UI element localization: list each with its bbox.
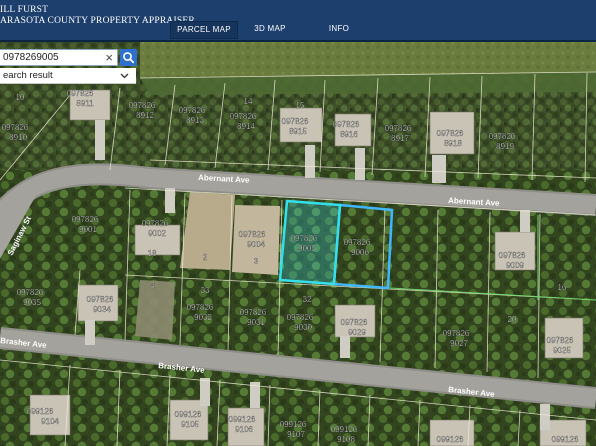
svg-text:9032: 9032: [194, 313, 212, 322]
svg-text:097826: 097826: [239, 230, 266, 239]
lot-number: 32: [303, 295, 312, 304]
svg-text:097826: 097826: [437, 129, 464, 138]
lot-number: 10: [16, 93, 25, 102]
svg-text:9006: 9006: [351, 248, 369, 257]
parcel-map[interactable]: Abernant Ave Abernant Ave Brasher Ave Br…: [0, 0, 596, 446]
svg-text:8919: 8919: [496, 142, 514, 151]
svg-text:097826: 097826: [179, 106, 206, 115]
svg-text:9030: 9030: [294, 323, 312, 332]
svg-text:097826: 097826: [547, 336, 574, 345]
lot-number: 3: [254, 257, 259, 266]
svg-text:9107: 9107: [287, 430, 305, 439]
search-icon: [123, 52, 135, 64]
svg-text:097826: 097826: [129, 101, 156, 110]
svg-text:9105: 9105: [181, 420, 199, 429]
svg-text:097826: 097826: [489, 132, 516, 141]
svg-text:097826: 097826: [344, 238, 371, 247]
svg-text:097826: 097826: [499, 251, 526, 260]
svg-text:9025: 9025: [553, 346, 571, 355]
brand-line-2: ARASOTA COUNTY PROPERTY APPRAISER: [0, 16, 195, 26]
svg-text:9034: 9034: [93, 305, 111, 314]
svg-text:8910: 8910: [9, 133, 27, 142]
tab-parcel-map[interactable]: PARCEL MAP: [170, 21, 238, 39]
brand-logo: ILL FURST ARASOTA COUNTY PROPERTY APPRAI…: [0, 5, 195, 27]
app-header: ILL FURST ARASOTA COUNTY PROPERTY APPRAI…: [0, 0, 596, 42]
lot-number: 14: [244, 97, 253, 106]
svg-text:099126: 099126: [331, 425, 358, 434]
lot-number: 15: [296, 101, 305, 110]
svg-text:097826: 097826: [443, 329, 470, 338]
svg-text:097826: 097826: [72, 215, 99, 224]
svg-text:097826: 097826: [240, 308, 267, 317]
search-result-dropdown[interactable]: earch result: [0, 68, 136, 84]
svg-text:8917: 8917: [391, 134, 409, 143]
svg-text:9104: 9104: [41, 417, 59, 426]
svg-text:8911: 8911: [76, 99, 94, 108]
svg-text:097826: 097826: [282, 117, 309, 126]
search-input-value: 0978269005: [3, 52, 59, 63]
lot-number: 20: [508, 315, 517, 324]
svg-text:8918: 8918: [444, 139, 462, 148]
svg-text:9027: 9027: [450, 339, 468, 348]
tab-3d-map[interactable]: 3D MAP: [248, 21, 292, 37]
svg-text:097826: 097826: [87, 295, 114, 304]
svg-text:9009: 9009: [506, 261, 524, 270]
clear-icon[interactable]: ×: [105, 50, 113, 65]
parcel-label-099126-b[interactable]: 099126: [552, 435, 579, 444]
svg-text:9031: 9031: [247, 318, 265, 327]
tab-info[interactable]: INFO: [320, 21, 358, 37]
lot-number: 4: [151, 281, 156, 290]
svg-text:9004: 9004: [247, 240, 265, 249]
parcel-label-099126-a[interactable]: 099126: [437, 435, 464, 444]
svg-text:097826: 097826: [142, 219, 169, 228]
svg-text:099126: 099126: [229, 415, 256, 424]
svg-text:8912: 8912: [136, 111, 154, 120]
svg-text:099126: 099126: [437, 435, 464, 444]
svg-text:8914: 8914: [237, 122, 255, 131]
svg-text:097826: 097826: [17, 288, 44, 297]
svg-text:097826: 097826: [291, 234, 318, 243]
svg-text:097826: 097826: [187, 303, 214, 312]
brand-line-1: ILL FURST: [0, 5, 49, 15]
svg-text:9005: 9005: [298, 244, 316, 253]
svg-text:8915: 8915: [289, 127, 307, 136]
search-result-label: earch result: [3, 70, 53, 81]
chevron-down-icon: [120, 73, 129, 79]
search-input[interactable]: 0978269005 ×: [0, 49, 118, 66]
svg-text:097826: 097826: [341, 318, 368, 327]
svg-text:099126: 099126: [280, 420, 307, 429]
lot-number: 33: [201, 286, 210, 295]
svg-text:097826: 097826: [385, 124, 412, 133]
svg-text:097826: 097826: [2, 123, 29, 132]
svg-text:9106: 9106: [235, 425, 253, 434]
svg-text:097826: 097826: [333, 120, 360, 129]
lot-number: 16: [558, 283, 567, 292]
svg-text:9108: 9108: [337, 435, 355, 444]
header-divider: [0, 40, 596, 42]
search-button[interactable]: [120, 49, 137, 66]
svg-text:9002: 9002: [148, 229, 166, 238]
svg-text:8916: 8916: [340, 130, 358, 139]
svg-text:099126: 099126: [27, 407, 54, 416]
svg-text:9029: 9029: [348, 328, 366, 337]
lot-number: 2: [203, 253, 208, 262]
lot-number: 18: [148, 249, 157, 258]
svg-text:9035: 9035: [23, 298, 41, 307]
svg-text:099126: 099126: [175, 410, 202, 419]
svg-text:097826: 097826: [287, 313, 314, 322]
svg-text:8913: 8913: [186, 116, 204, 125]
svg-text:9001: 9001: [79, 225, 97, 234]
svg-text:097826: 097826: [67, 89, 94, 98]
svg-text:099126: 099126: [552, 435, 579, 444]
svg-text:097826: 097826: [230, 112, 257, 121]
